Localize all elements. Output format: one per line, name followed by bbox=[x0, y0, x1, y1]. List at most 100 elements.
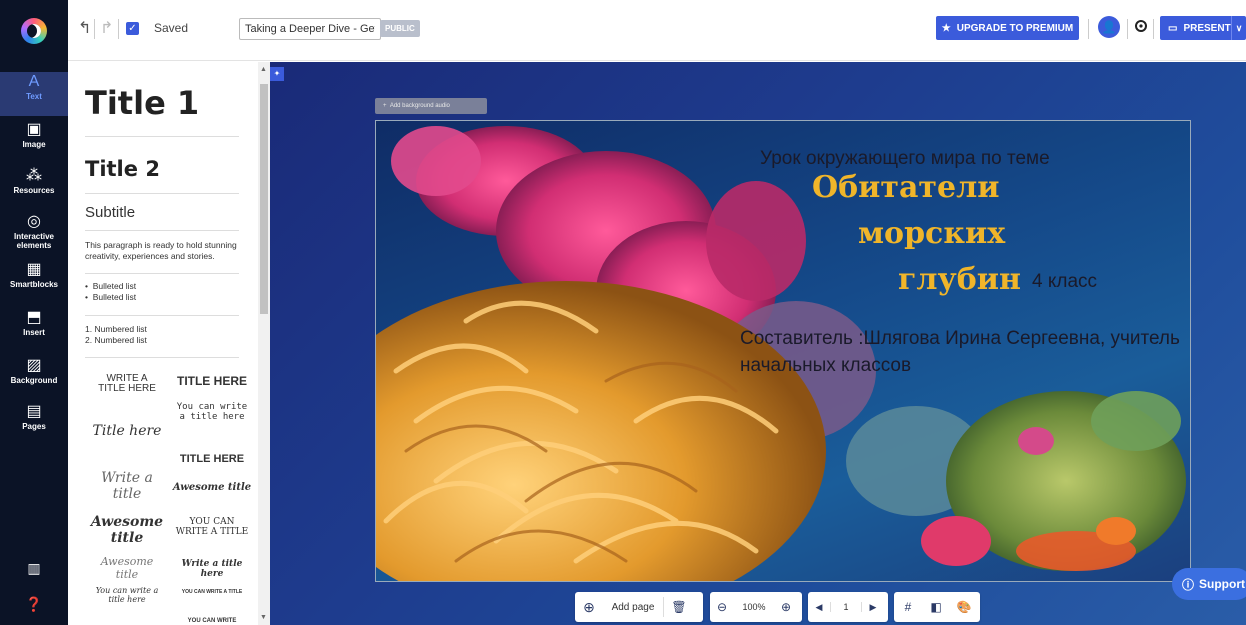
preset-subtitle[interactable]: Subtitle bbox=[85, 204, 135, 221]
sidebar-item-smartblocks[interactable]: ▦ Smartblocks bbox=[0, 260, 68, 304]
list-item: 1. Numbered list bbox=[85, 324, 147, 334]
layout-icon[interactable]: ◧ bbox=[922, 600, 950, 614]
background-icon: ▨ bbox=[26, 357, 42, 374]
slide-title-line2[interactable]: морских bbox=[858, 217, 1005, 251]
scroll-up-icon[interactable]: ▲ bbox=[260, 66, 267, 73]
preset-bulleted-list[interactable]: • Bulleted list • Bulleted list bbox=[85, 281, 136, 303]
page-navigation: ◀ 1 ▶ bbox=[808, 592, 888, 622]
zoom-in-icon[interactable]: ⊕ bbox=[774, 600, 798, 614]
title-template[interactable]: YOU CAN WRITE bbox=[172, 618, 252, 624]
briefcase-icon[interactable]: ▥ bbox=[24, 560, 44, 580]
list-item: • Bulleted list bbox=[85, 281, 137, 291]
preset-numbered-list[interactable]: 1. Numbered list 2. Numbered list bbox=[85, 324, 147, 346]
title-template[interactable]: You can write a title here bbox=[172, 402, 252, 422]
upgrade-premium-button[interactable]: ★ UPGRADE TO PREMIUM bbox=[936, 16, 1079, 40]
slide-grade[interactable]: 4 класс bbox=[1032, 271, 1097, 293]
add-page-toolbar: ⊕ Add page 🗑 bbox=[575, 592, 703, 622]
text-icon: A bbox=[28, 73, 40, 90]
divider bbox=[85, 315, 239, 316]
top-bar: ↰ ↱ ✓ Saved PUBLIC ★ UPGRADE TO PREMIUM … bbox=[0, 0, 1246, 62]
panel-scrollbar[interactable]: ▲ ▼ bbox=[258, 62, 270, 625]
sidebar-item-text[interactable]: A Text bbox=[0, 72, 68, 116]
title-template[interactable]: Title here bbox=[92, 423, 162, 439]
title-template[interactable]: TITLE HERE bbox=[172, 374, 252, 388]
present-label: PRESENT bbox=[1183, 22, 1231, 34]
star-icon: ★ bbox=[941, 22, 951, 34]
sidebar-item-resources[interactable]: ⁂ Resources bbox=[0, 166, 68, 210]
slide-author[interactable]: Составитель :Шлягова Ирина Сергеевна, уч… bbox=[740, 325, 1190, 379]
chevron-down-icon[interactable]: ∨ bbox=[1231, 16, 1246, 40]
interactive-icon: ◎ bbox=[27, 213, 41, 230]
divider bbox=[85, 357, 239, 358]
add-page-button[interactable]: Add page bbox=[603, 602, 663, 613]
zoom-level: 100% bbox=[742, 602, 766, 612]
slide-lesson-line[interactable]: Урок окружающего мира по теме bbox=[760, 147, 1070, 170]
title-template[interactable]: TITLE HERE bbox=[172, 453, 252, 465]
view-tools: # ◧ 🎨 bbox=[894, 592, 980, 622]
sidebar-item-interactive[interactable]: ◎ Interactive elements bbox=[0, 212, 68, 256]
presentation-title-input[interactable] bbox=[239, 18, 381, 40]
divider bbox=[1127, 19, 1128, 39]
sidebar-item-pages[interactable]: ▤ Pages bbox=[0, 402, 68, 446]
divider bbox=[1088, 19, 1089, 39]
present-button[interactable]: ▭ PRESENT ∨ bbox=[1160, 16, 1246, 40]
smartblocks-icon: ▦ bbox=[26, 261, 42, 278]
title-template[interactable]: Awesome title bbox=[92, 555, 162, 581]
sidebar-item-background[interactable]: ▨ Background bbox=[0, 356, 68, 400]
insert-icon: ⬒ bbox=[26, 309, 42, 326]
slide-title-line3[interactable]: глубин bbox=[898, 263, 1021, 297]
title-template[interactable]: WRITE A TITLE HERE bbox=[92, 374, 162, 394]
title-template[interactable]: Write a title here bbox=[172, 559, 252, 579]
preset-title-1[interactable]: Title 1 bbox=[85, 84, 199, 122]
upgrade-label: UPGRADE TO PREMIUM bbox=[956, 22, 1074, 34]
redo-icon[interactable]: ↱ bbox=[100, 19, 113, 39]
title-template[interactable]: Awesome title bbox=[172, 482, 252, 493]
divider bbox=[85, 230, 239, 231]
list-item: 2. Numbered list bbox=[85, 335, 147, 345]
undo-icon[interactable]: ↰ bbox=[78, 19, 91, 39]
divider bbox=[85, 273, 239, 274]
sidebar-item-insert[interactable]: ⬒ Insert bbox=[0, 308, 68, 352]
text-panel: Title 1 Title 2 Subtitle This paragraph … bbox=[68, 62, 258, 625]
image-icon: ▣ bbox=[26, 121, 42, 138]
help-circle-icon: ⓘ bbox=[1182, 577, 1195, 592]
present-icon: ▭ bbox=[1168, 22, 1178, 34]
page-number: 1 bbox=[830, 602, 862, 612]
visibility-badge[interactable]: PUBLIC bbox=[380, 20, 420, 37]
share-avatar-icon[interactable]: 👤 bbox=[1098, 16, 1120, 38]
previous-page-icon[interactable]: ◀ bbox=[808, 602, 830, 613]
add-page-icon[interactable]: ⊕ bbox=[575, 599, 603, 616]
add-background-audio-button[interactable]: + Add background audio bbox=[375, 98, 487, 114]
title-template[interactable]: YOU CAN WRITE A TITLE bbox=[172, 589, 252, 595]
preset-title-2[interactable]: Title 2 bbox=[85, 157, 160, 181]
app-logo[interactable] bbox=[0, 0, 68, 62]
resources-icon: ⁂ bbox=[26, 167, 42, 184]
preset-paragraph[interactable]: This paragraph is ready to hold stunning… bbox=[85, 240, 245, 262]
slide-title-line1[interactable]: Обитатели bbox=[812, 171, 1000, 205]
delete-page-icon[interactable]: 🗑 bbox=[664, 600, 694, 614]
scroll-thumb[interactable] bbox=[260, 84, 268, 314]
title-template[interactable]: You can write a title here bbox=[92, 586, 162, 604]
divider bbox=[94, 19, 95, 39]
next-page-icon[interactable]: ▶ bbox=[862, 602, 884, 613]
grid-icon[interactable]: # bbox=[894, 600, 922, 614]
list-item: • Bulleted list bbox=[85, 292, 137, 302]
title-template[interactable]: YOU CAN WRITE A TITLE bbox=[172, 517, 252, 537]
palette-icon[interactable]: 🎨 bbox=[950, 600, 978, 614]
zoom-controls: ⊖ 100% ⊕ bbox=[710, 592, 802, 622]
zoom-out-icon[interactable]: ⊖ bbox=[710, 600, 734, 614]
title-template[interactable]: Write a title bbox=[92, 470, 162, 502]
divider bbox=[1153, 19, 1154, 39]
preview-eye-icon[interactable] bbox=[1134, 19, 1148, 33]
logo-icon bbox=[21, 18, 47, 44]
title-template[interactable]: Awesome title bbox=[88, 514, 166, 546]
help-icon[interactable]: ❓ bbox=[24, 596, 44, 616]
divider bbox=[85, 193, 239, 194]
sidebar-item-image[interactable]: ▣ Image bbox=[0, 120, 68, 164]
support-button[interactable]: ⓘ Support bbox=[1172, 568, 1246, 600]
scroll-down-icon[interactable]: ▼ bbox=[260, 614, 267, 621]
slide[interactable]: Урок окружающего мира по теме Обитатели … bbox=[375, 120, 1191, 582]
left-sidebar: A Text ▣ Image ⁂ Resources ◎ Interactive… bbox=[0, 62, 68, 625]
saved-check-icon: ✓ bbox=[126, 22, 139, 35]
pin-icon[interactable]: ✦ bbox=[270, 67, 284, 81]
